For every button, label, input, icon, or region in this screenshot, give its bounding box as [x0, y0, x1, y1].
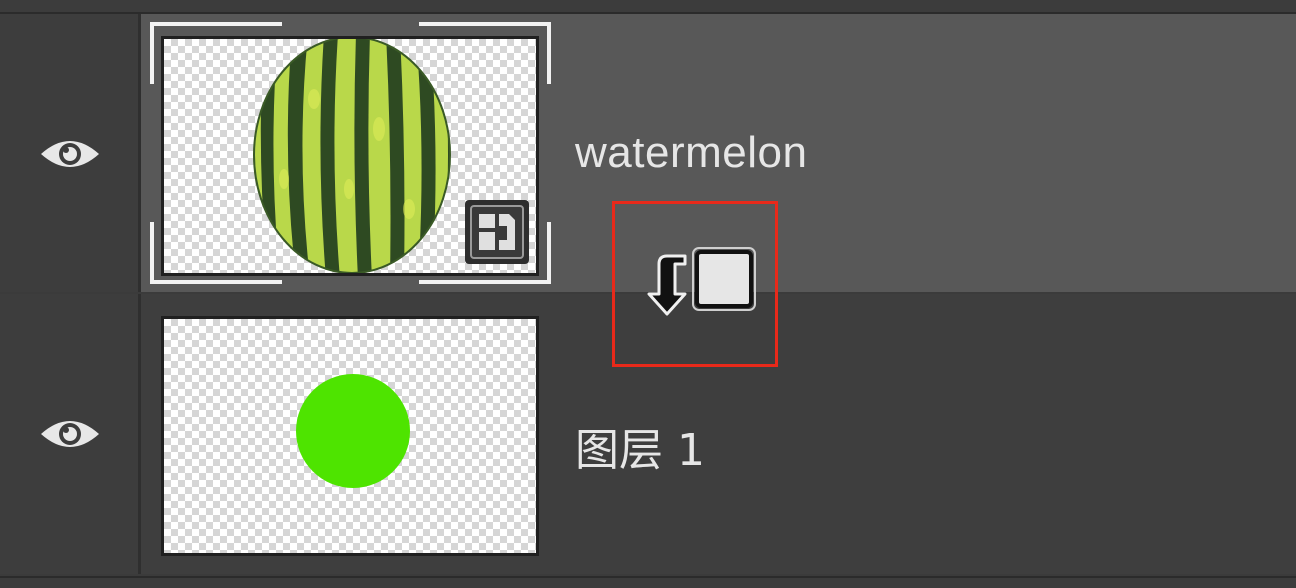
clipping-mask-cursor-icon: [647, 247, 756, 316]
layers-panel: watermelon 图层 1: [0, 0, 1296, 588]
previous-layer-row: [0, 0, 1296, 14]
smart-object-badge-icon: [465, 200, 529, 264]
eye-icon[interactable]: [38, 414, 102, 454]
visibility-column: [0, 294, 141, 574]
next-layer-row: [0, 576, 1296, 588]
layer-name-label[interactable]: watermelon: [575, 128, 807, 178]
layer-thumbnail-layer-1[interactable]: [161, 316, 539, 556]
highlight-box: [612, 201, 778, 367]
green-circle-image: [296, 374, 410, 488]
visibility-column: [0, 14, 141, 292]
eye-icon[interactable]: [38, 134, 102, 174]
layer-name-label[interactable]: 图层 1: [575, 414, 705, 478]
